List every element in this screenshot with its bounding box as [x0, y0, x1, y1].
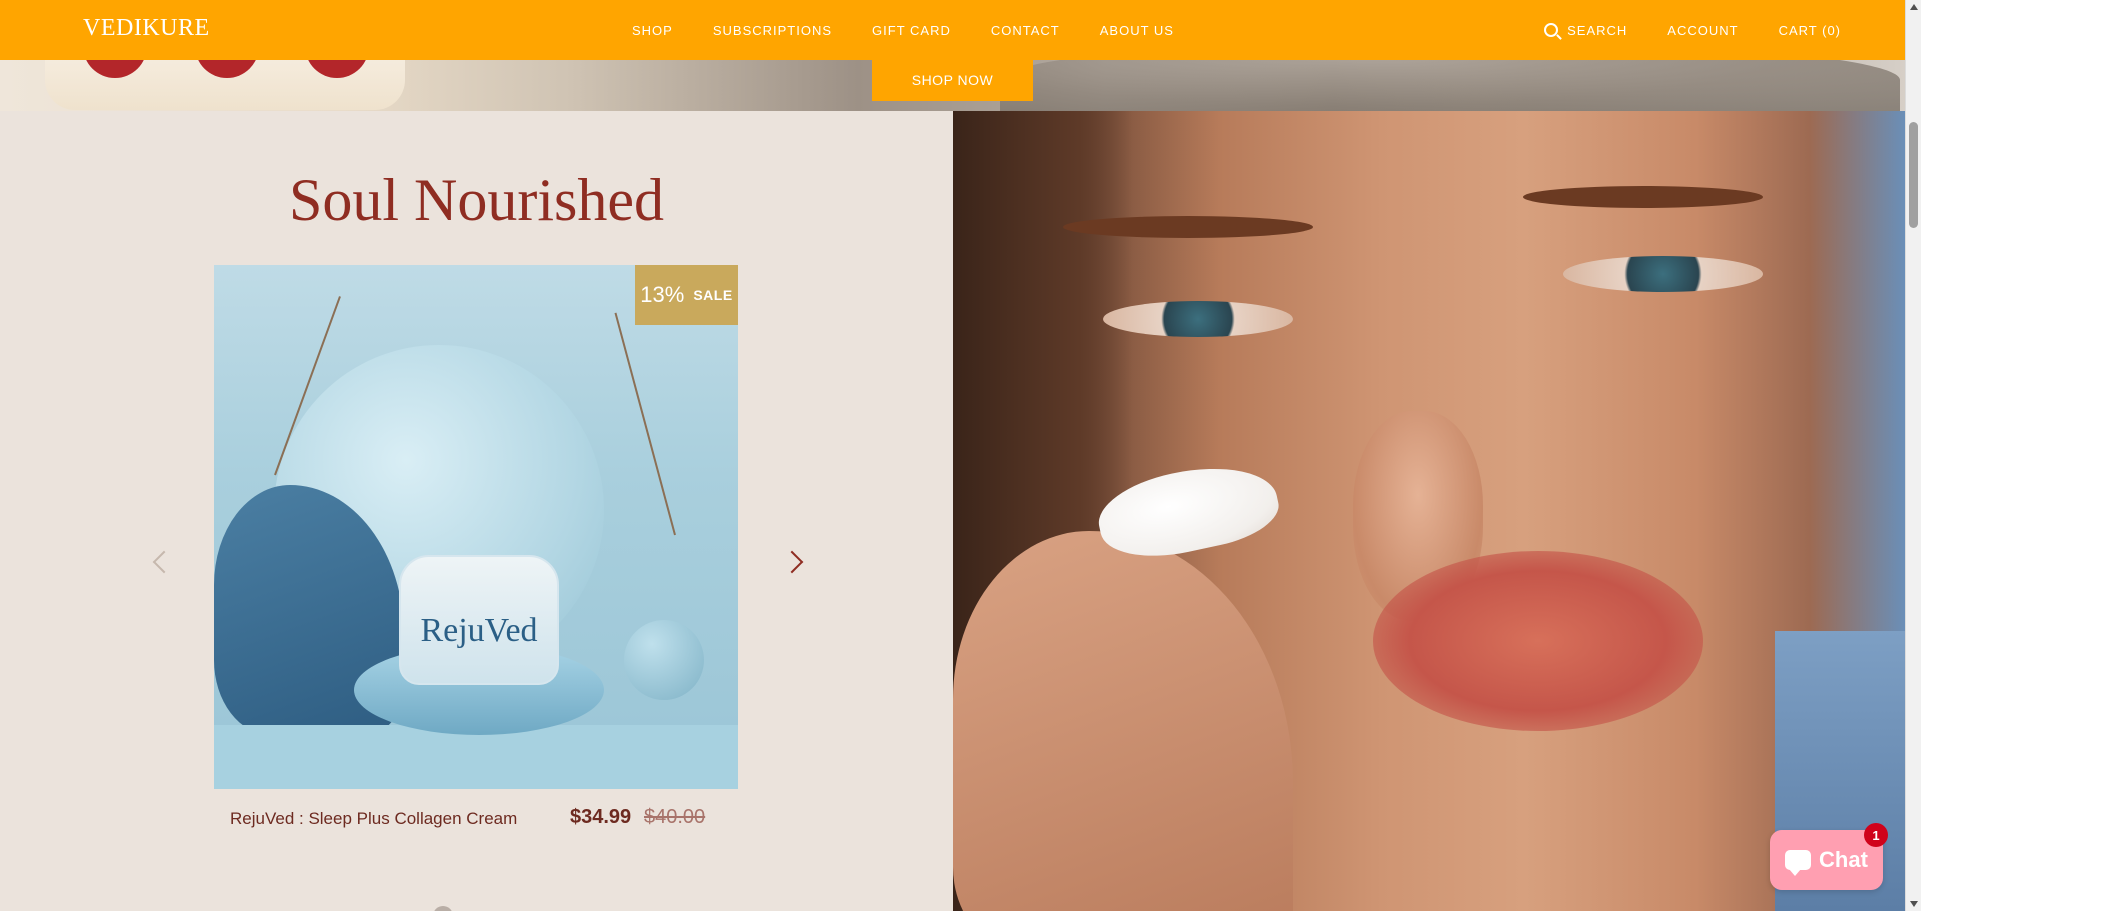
product-compare-price: $40.00	[644, 806, 706, 828]
featured-section: Soul Nourished RejuVed 13% SALE RejuVed …	[0, 111, 953, 911]
nav-item-about-us[interactable]: ABOUT US	[1100, 23, 1174, 38]
section-title: Soul Nourished	[289, 167, 664, 233]
backdrop-ball	[624, 620, 704, 700]
site-logo[interactable]: VEDIKURE	[83, 15, 210, 42]
search-label: SEARCH	[1567, 22, 1628, 38]
eye-left	[1103, 301, 1293, 337]
nav-item-shop[interactable]: SHOP	[632, 23, 673, 38]
eye-right	[1563, 256, 1763, 292]
product-jar: RejuVed	[399, 555, 559, 685]
search-button[interactable]: SEARCH	[1544, 23, 1627, 38]
scroll-up-icon[interactable]	[1910, 4, 1918, 10]
nav-item-subscriptions[interactable]: SUBSCRIPTIONS	[713, 23, 832, 38]
lifestyle-image	[953, 111, 1905, 911]
chevron-right-icon[interactable]	[780, 550, 804, 574]
chat-notification-badge: 1	[1864, 823, 1888, 847]
sale-label: SALE	[693, 287, 733, 303]
search-icon	[1544, 23, 1559, 37]
cart-link[interactable]: CART (0)	[1779, 23, 1841, 38]
header-utilities: SEARCH ACCOUNT CART (0)	[1544, 0, 1841, 60]
jar-label: RejuVed	[420, 612, 538, 649]
page-viewport: SHOP NOW VEDIKURE SHOP SUBSCRIPTIONS GIF…	[0, 0, 1905, 911]
product-title[interactable]: RejuVed : Sleep Plus Collagen Cream	[230, 809, 517, 829]
carousel-dot[interactable]	[433, 906, 453, 911]
site-header: VEDIKURE SHOP SUBSCRIPTIONS GIFT CARD CO…	[0, 0, 1905, 60]
chat-label: Chat	[1819, 847, 1868, 872]
main-nav: SHOP SUBSCRIPTIONS GIFT CARD CONTACT ABO…	[632, 0, 1174, 60]
chat-icon	[1785, 850, 1812, 876]
lips	[1373, 551, 1703, 731]
product-image[interactable]: RejuVed 13% SALE	[214, 265, 738, 789]
branch-decoration	[614, 312, 676, 536]
hand	[953, 531, 1293, 911]
scroll-down-icon[interactable]	[1910, 901, 1918, 907]
sale-percent: 13%	[640, 282, 685, 307]
sale-badge: 13% SALE	[635, 265, 738, 325]
eyebrow-left	[1063, 216, 1313, 238]
shop-now-button[interactable]: SHOP NOW	[872, 58, 1033, 101]
eyebrow-right	[1523, 186, 1763, 208]
product-price: $34.99	[570, 806, 632, 828]
nav-item-contact[interactable]: CONTACT	[991, 23, 1060, 38]
nav-item-gift-card[interactable]: GIFT CARD	[872, 23, 951, 38]
vertical-scrollbar[interactable]	[1905, 0, 1921, 911]
chevron-left-icon[interactable]	[152, 550, 176, 574]
scroll-thumb[interactable]	[1909, 122, 1918, 228]
account-link[interactable]: ACCOUNT	[1667, 23, 1738, 38]
